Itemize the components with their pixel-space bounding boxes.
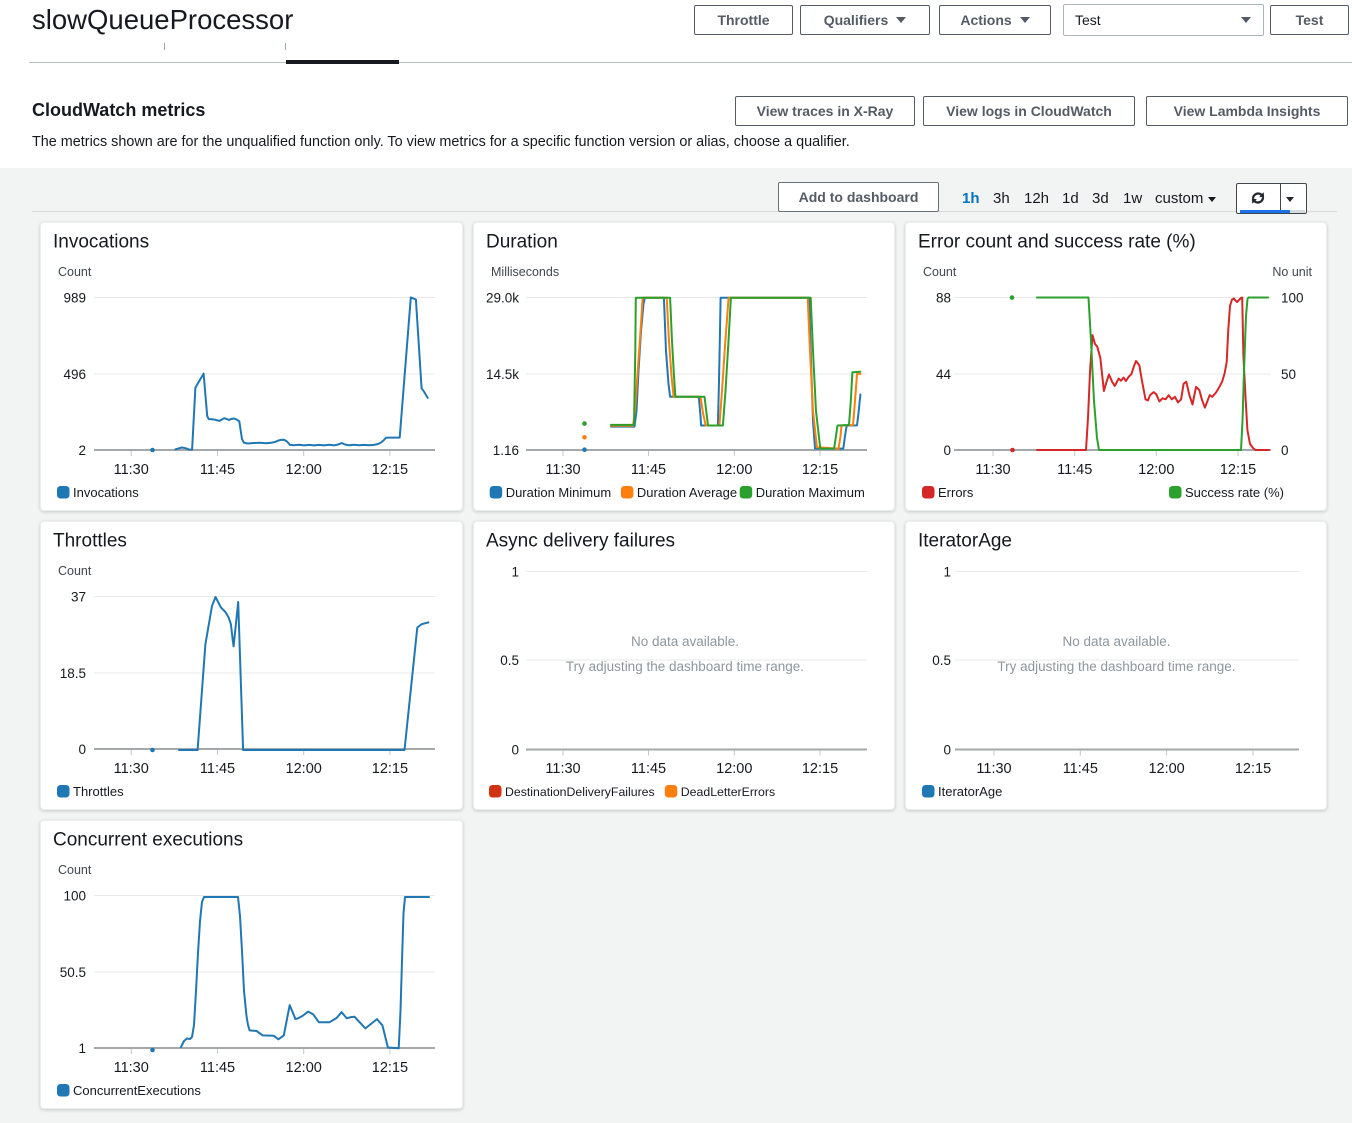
svg-text:IteratorAge: IteratorAge — [938, 784, 1002, 799]
svg-text:100: 100 — [63, 888, 86, 903]
svg-text:12:00: 12:00 — [1138, 462, 1174, 478]
svg-text:11:45: 11:45 — [200, 761, 235, 777]
svg-text:11:45: 11:45 — [1063, 761, 1098, 777]
svg-text:DeadLetterErrors: DeadLetterErrors — [681, 785, 775, 799]
svg-text:12:15: 12:15 — [802, 761, 838, 777]
svg-text:No unit: No unit — [1272, 265, 1312, 279]
svg-text:Try adjusting the dashboard ti: Try adjusting the dashboard time range. — [997, 659, 1235, 674]
svg-text:11:45: 11:45 — [1057, 462, 1092, 478]
svg-text:Milliseconds: Milliseconds — [491, 265, 559, 279]
svg-text:11:30: 11:30 — [114, 462, 149, 478]
svg-text:11:30: 11:30 — [545, 761, 580, 777]
svg-text:18.5: 18.5 — [60, 666, 86, 681]
svg-text:12:15: 12:15 — [1235, 761, 1271, 777]
svg-text:11:30: 11:30 — [545, 462, 580, 478]
svg-text:88: 88 — [936, 290, 951, 305]
svg-text:0.5: 0.5 — [932, 653, 951, 668]
svg-text:989: 989 — [63, 290, 86, 305]
svg-text:Async delivery failures: Async delivery failures — [486, 531, 675, 552]
svg-text:0: 0 — [943, 443, 951, 458]
svg-text:1: 1 — [78, 1041, 86, 1056]
svg-text:11:30: 11:30 — [975, 462, 1010, 478]
svg-text:No data available.: No data available. — [1062, 634, 1170, 649]
svg-text:0.5: 0.5 — [500, 653, 519, 668]
svg-text:100: 100 — [1281, 290, 1304, 305]
svg-text:11:45: 11:45 — [631, 462, 666, 478]
svg-text:11:30: 11:30 — [114, 761, 149, 777]
svg-text:ConcurrentExecutions: ConcurrentExecutions — [73, 1083, 201, 1098]
svg-text:1.16: 1.16 — [493, 443, 519, 458]
svg-text:11:30: 11:30 — [976, 761, 1011, 777]
svg-text:11:45: 11:45 — [200, 1060, 235, 1076]
svg-text:Concurrent executions: Concurrent executions — [53, 830, 243, 851]
svg-text:1: 1 — [943, 564, 951, 579]
svg-text:DestinationDeliveryFailures: DestinationDeliveryFailures — [505, 785, 655, 799]
svg-text:12:00: 12:00 — [286, 1060, 322, 1076]
svg-text:12:00: 12:00 — [286, 462, 322, 478]
svg-text:11:45: 11:45 — [631, 761, 666, 777]
svg-text:12:00: 12:00 — [286, 761, 322, 777]
svg-text:12:15: 12:15 — [1220, 462, 1256, 478]
svg-text:0: 0 — [78, 742, 86, 757]
svg-text:No data available.: No data available. — [631, 634, 739, 649]
svg-text:Duration Average: Duration Average — [637, 485, 737, 500]
svg-text:1: 1 — [511, 564, 519, 579]
svg-text:50.5: 50.5 — [60, 965, 86, 980]
svg-text:Errors: Errors — [938, 485, 974, 500]
svg-text:Duration Minimum: Duration Minimum — [506, 485, 611, 500]
svg-text:0: 0 — [511, 742, 519, 757]
svg-text:12:15: 12:15 — [372, 761, 408, 777]
svg-text:14.5k: 14.5k — [486, 367, 519, 382]
svg-text:12:15: 12:15 — [372, 1060, 408, 1076]
svg-text:Try adjusting the dashboard ti: Try adjusting the dashboard time range. — [566, 659, 804, 674]
svg-text:Throttles: Throttles — [53, 531, 127, 552]
svg-text:11:30: 11:30 — [114, 1060, 149, 1076]
svg-text:Duration: Duration — [486, 232, 558, 253]
svg-text:12:00: 12:00 — [716, 761, 752, 777]
svg-text:0: 0 — [1281, 443, 1289, 458]
svg-text:12:15: 12:15 — [802, 462, 838, 478]
svg-text:44: 44 — [936, 367, 952, 382]
svg-text:Count: Count — [58, 564, 92, 578]
svg-text:29.0k: 29.0k — [486, 290, 519, 305]
svg-text:Success rate (%): Success rate (%) — [1185, 485, 1284, 500]
svg-text:2: 2 — [78, 443, 86, 458]
svg-text:Error count and success rate (: Error count and success rate (%) — [918, 232, 1196, 253]
svg-text:11:45: 11:45 — [200, 462, 235, 478]
svg-text:Count: Count — [58, 863, 92, 877]
svg-text:Duration Maximum: Duration Maximum — [756, 485, 865, 500]
svg-text:0: 0 — [943, 742, 951, 757]
svg-text:12:00: 12:00 — [716, 462, 752, 478]
svg-text:Invocations: Invocations — [53, 232, 149, 253]
svg-text:12:15: 12:15 — [372, 462, 408, 478]
svg-text:Throttles: Throttles — [73, 784, 124, 799]
svg-text:37: 37 — [71, 589, 86, 604]
svg-text:IteratorAge: IteratorAge — [918, 531, 1012, 552]
svg-text:496: 496 — [63, 367, 86, 382]
svg-text:Invocations: Invocations — [73, 485, 139, 500]
svg-text:50: 50 — [1281, 367, 1296, 382]
svg-text:Count: Count — [58, 265, 92, 279]
svg-text:Count: Count — [923, 265, 957, 279]
svg-text:12:00: 12:00 — [1148, 761, 1184, 777]
